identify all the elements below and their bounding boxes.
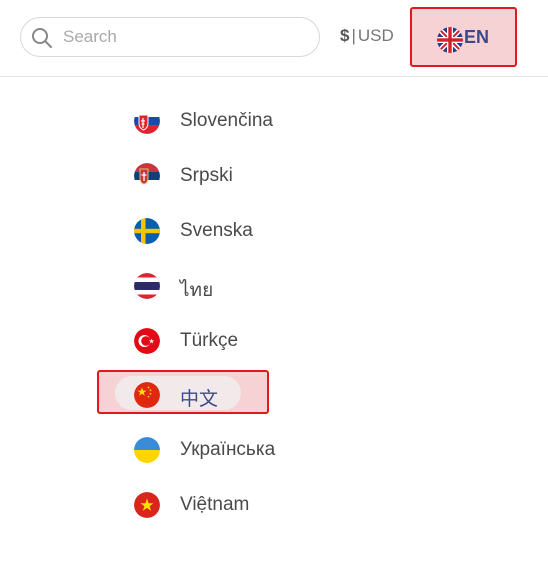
currency-code: USD	[357, 26, 394, 45]
top-bar: $|USD EN	[0, 0, 548, 77]
language-item-thai[interactable]: ไทย	[120, 264, 440, 308]
vietnam-flag-icon	[134, 492, 160, 518]
ukraine-flag-icon	[134, 437, 160, 463]
language-label: Svenska	[180, 220, 253, 241]
language-label: ไทย	[180, 280, 214, 301]
language-label: Việtnam	[180, 494, 250, 515]
language-item-slovencina[interactable]: Slovenčina	[120, 99, 440, 143]
language-item-svenska[interactable]: Svenska	[120, 209, 440, 253]
serbia-flag-icon	[134, 163, 160, 189]
language-label: Українська	[180, 439, 276, 460]
slovakia-flag-icon	[134, 108, 160, 134]
china-flag-icon	[134, 382, 160, 408]
sweden-flag-icon	[134, 218, 160, 244]
language-label: 中文	[180, 389, 219, 410]
currency-selector[interactable]: $ | USD	[340, 26, 394, 46]
thailand-flag-icon	[134, 273, 160, 299]
language-item-srpski[interactable]: Srpski	[120, 154, 440, 198]
search-box[interactable]	[20, 17, 320, 57]
language-label: Türkçe	[180, 330, 239, 351]
search-input[interactable]	[63, 18, 311, 56]
language-item-turkce[interactable]: Türkçe	[120, 319, 440, 363]
language-item-chinese[interactable]: 中文	[120, 373, 440, 417]
currency-symbol: $	[340, 26, 350, 45]
language-button[interactable]: EN	[410, 7, 517, 67]
language-item-vietnam[interactable]: Việtnam	[120, 483, 440, 527]
language-item-ukrainska[interactable]: Українська	[120, 428, 440, 472]
language-code: EN	[464, 27, 490, 47]
currency-separator: |	[351, 26, 356, 45]
language-label: Slovenčina	[180, 110, 273, 131]
search-icon	[32, 28, 52, 48]
turkey-flag-icon	[134, 328, 160, 354]
language-label: Srpski	[180, 165, 233, 186]
uk-flag-icon	[437, 27, 463, 53]
